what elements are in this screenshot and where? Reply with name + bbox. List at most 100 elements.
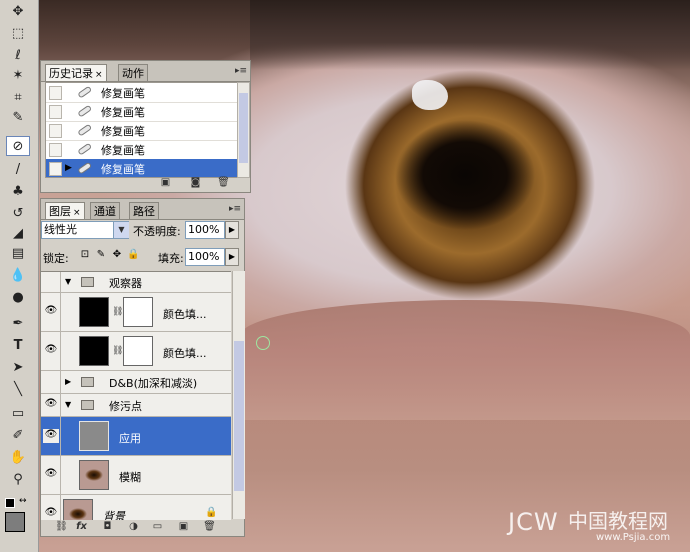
eyedropper-sample-tool-icon[interactable]: ✐: [6, 426, 30, 446]
eraser-tool-icon[interactable]: ◢: [6, 224, 30, 244]
lock-pixels-icon[interactable]: ✎: [95, 249, 107, 261]
zoom-tool-icon[interactable]: ⚲: [6, 470, 30, 490]
lock-position-icon[interactable]: ✥: [111, 249, 123, 261]
layer-style-icon[interactable]: fx: [75, 521, 88, 533]
swap-colors-icon[interactable]: ↔: [19, 496, 27, 506]
dodge-tool-icon[interactable]: ●: [6, 288, 30, 308]
layer-row[interactable]: 👁 背景 🔒: [41, 495, 231, 520]
layer-group-row[interactable]: ▶ D&B(加深和减淡): [41, 371, 231, 394]
eye-icon[interactable]: 👁: [43, 398, 59, 409]
tab-layers[interactable]: 图层 ×: [45, 202, 85, 219]
divider: [60, 394, 61, 416]
new-layer-icon[interactable]: ▣: [177, 521, 190, 533]
crop-tool-icon[interactable]: ⌗: [6, 88, 30, 108]
new-group-icon[interactable]: ▭: [151, 521, 164, 533]
adjustment-layer-icon[interactable]: ◑: [127, 521, 140, 533]
expand-triangle-icon[interactable]: ▶: [65, 377, 71, 386]
layer-row[interactable]: 👁 ⛓ 颜色填...: [41, 293, 231, 332]
history-scrollbar[interactable]: [237, 82, 250, 178]
eye-icon[interactable]: 👁: [43, 507, 59, 518]
folder-icon: [81, 400, 94, 410]
tab-paths[interactable]: 路径: [129, 202, 159, 219]
link-layers-icon[interactable]: ⛓: [55, 521, 68, 533]
healing-brush-icon: [78, 143, 91, 155]
lock-transparency-icon[interactable]: ⊡: [79, 249, 91, 261]
eye-icon[interactable]: 👁: [43, 468, 59, 479]
magic-wand-tool-icon[interactable]: ✶: [6, 66, 30, 86]
scrollbar-thumb[interactable]: [239, 93, 248, 163]
type-tool-icon[interactable]: T: [6, 336, 30, 356]
lasso-tool-icon[interactable]: ℓ: [6, 46, 30, 66]
line-tool-icon[interactable]: ╲: [6, 380, 30, 400]
new-document-icon[interactable]: ▣: [159, 177, 172, 189]
history-item[interactable]: 修复画笔: [46, 83, 237, 103]
trash-icon[interactable]: 🗑: [203, 521, 216, 533]
link-chain-icon[interactable]: ⛓: [112, 307, 123, 317]
history-checkbox[interactable]: [49, 86, 62, 100]
marquee-tool-icon[interactable]: ⬚: [6, 24, 30, 44]
history-item[interactable]: 修复画笔: [46, 102, 237, 122]
layer-name: 颜色填...: [163, 308, 207, 321]
history-item[interactable]: 修复画笔: [46, 140, 237, 160]
default-colors-icon[interactable]: [5, 498, 15, 508]
upper-eyelash: [250, 0, 690, 70]
opacity-slider-button[interactable]: ▶: [225, 221, 239, 239]
panel-menu-icon[interactable]: ▸≡: [235, 66, 247, 76]
fill-input[interactable]: 100%: [185, 248, 225, 266]
eye-icon[interactable]: 👁: [43, 305, 59, 316]
move-tool-icon[interactable]: ✥: [6, 2, 30, 22]
tab-close-icon[interactable]: ×: [95, 70, 103, 80]
history-brush-tool-icon[interactable]: ↺: [6, 204, 30, 224]
history-checkbox[interactable]: [49, 143, 62, 157]
expand-triangle-icon[interactable]: ▼: [65, 277, 71, 286]
blur-tool-icon[interactable]: 💧: [6, 266, 30, 286]
lock-label: 锁定:: [43, 252, 69, 265]
lock-all-icon[interactable]: 🔒: [127, 249, 139, 261]
healing-brush-tool-icon[interactable]: ⊘: [6, 136, 30, 156]
layer-row[interactable]: 👁 模糊: [41, 456, 231, 495]
path-selection-tool-icon[interactable]: ➤: [6, 358, 30, 378]
healing-brush-icon: [78, 86, 91, 98]
expand-triangle-icon[interactable]: ▼: [65, 400, 71, 409]
brush-tool-icon[interactable]: /: [6, 160, 30, 180]
trash-icon[interactable]: 🗑: [217, 177, 230, 189]
tab-close-icon[interactable]: ×: [73, 208, 81, 218]
history-item[interactable]: 修复画笔: [46, 121, 237, 141]
eyedropper-tool-icon[interactable]: ✎: [6, 108, 30, 128]
notes-tool-icon[interactable]: ▭: [6, 404, 30, 424]
clone-stamp-tool-icon[interactable]: ♣: [6, 182, 30, 202]
layer-name: 应用: [119, 432, 141, 445]
layers-bottom-bar: ⛓ fx ◘ ◑ ▭ ▣ 🗑: [41, 519, 244, 536]
scrollbar-thumb[interactable]: [234, 341, 244, 491]
gradient-tool-icon[interactable]: ▤: [6, 244, 30, 264]
hand-tool-icon[interactable]: ✋: [6, 448, 30, 468]
foreground-color-swatch[interactable]: [5, 512, 25, 532]
pen-tool-icon[interactable]: ✒: [6, 314, 30, 334]
layer-group-row[interactable]: ▼ 观察器: [41, 272, 231, 293]
history-checkbox[interactable]: [49, 124, 62, 138]
tab-history[interactable]: 历史记录 ×: [45, 64, 107, 81]
opacity-label: 不透明度:: [133, 225, 181, 238]
layers-tabbar: 图层 × 通道 路径 ▸≡: [41, 199, 244, 220]
layer-name: 模糊: [119, 471, 141, 484]
history-checkbox[interactable]: [49, 105, 62, 119]
panel-menu-icon[interactable]: ▸≡: [229, 204, 241, 214]
eye-icon[interactable]: 👁: [43, 429, 59, 443]
layer-group-row[interactable]: 👁 ▼ 修污点: [41, 394, 231, 417]
chevron-down-icon[interactable]: ▼: [113, 222, 129, 238]
history-item-label: 修复画笔: [101, 87, 145, 100]
opacity-input[interactable]: 100%: [185, 221, 225, 239]
history-checkbox[interactable]: [49, 162, 62, 176]
layer-row-selected[interactable]: 👁 应用: [41, 417, 231, 456]
tab-actions[interactable]: 动作: [118, 64, 148, 81]
layers-scrollbar[interactable]: [232, 271, 245, 519]
layer-row[interactable]: 👁 ⛓ 颜色填...: [41, 332, 231, 371]
tab-history-label: 历史记录: [49, 67, 93, 80]
tab-channels[interactable]: 通道: [90, 202, 120, 219]
add-mask-icon[interactable]: ◘: [101, 521, 114, 533]
link-chain-icon[interactable]: ⛓: [112, 346, 123, 356]
tab-channels-label: 通道: [94, 205, 116, 218]
fill-slider-button[interactable]: ▶: [225, 248, 239, 266]
snapshot-icon[interactable]: ◙: [189, 177, 202, 189]
eye-icon[interactable]: 👁: [43, 344, 59, 355]
